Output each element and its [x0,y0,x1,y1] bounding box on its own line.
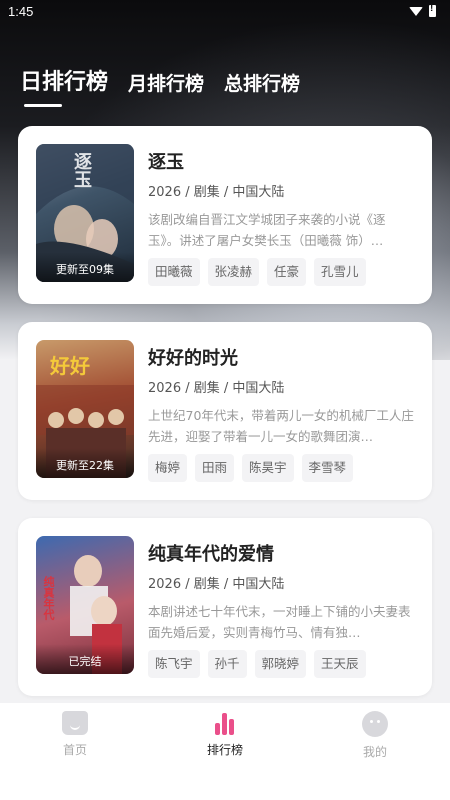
drama-description: 该剧改编自晋江文学城团子来袭的小说《逐玉》。讲述了屠户女樊长玉（田曦薇 饰）… [148,212,386,248]
active-tab-indicator [24,104,62,107]
wifi-icon [409,6,423,16]
tab-daily-ranking[interactable]: 日排行榜 [20,64,108,96]
actor-list: 梅婷 田雨 陈昊宇 李雪琴 [148,454,354,482]
poster-title-art: 逐玉 [71,152,92,188]
home-icon [62,711,88,735]
actor-chip[interactable]: 孔雪儿 [314,258,366,286]
profile-icon [362,711,388,737]
status-bar: 1:45 [0,0,450,22]
drama-card[interactable]: 好好 更新至22集 好好的时光 2026 / 剧集 / 中国大陆 上世纪70年代… [18,322,432,500]
poster-title-art: 好好 [50,354,90,378]
drama-description: 上世纪70年代末，带着两儿一女的机械厂工人庄先进，迎娶了带着一儿一女的歌舞团演… [148,408,414,444]
drama-ranking-list: 逐玉 更新至09集 逐玉 2026 / 剧集 / 中国大陆 该剧改编自晋江文学城… [18,126,432,714]
drama-card[interactable]: 逐玉 更新至09集 逐玉 2026 / 剧集 / 中国大陆 该剧改编自晋江文学城… [18,126,432,304]
drama-poster[interactable]: 逐玉 更新至09集 [36,144,134,282]
status-badge: 已完结 [36,644,134,674]
drama-meta: 2026 / 剧集 / 中国大陆 [148,577,285,592]
actor-chip[interactable]: 陈飞宇 [148,650,200,678]
ranking-icon [212,711,238,735]
drama-poster[interactable]: 好好 更新至22集 [36,340,134,478]
nav-label: 我的 [362,745,387,759]
drama-card[interactable]: 纯真年代 已完结 纯真年代的爱情 2026 / 剧集 / 中国大陆 本剧讲述七十… [18,518,432,696]
drama-title[interactable]: 纯真年代的爱情 [148,540,274,566]
poster-title-art: 纯真年代 [42,576,55,620]
actor-chip[interactable]: 田曦薇 [148,258,200,286]
episode-badge: 更新至22集 [36,448,134,478]
episode-badge: 更新至09集 [36,252,134,282]
drama-title[interactable]: 好好的时光 [148,344,238,370]
ranking-tabs: 日排行榜 月排行榜 总排行榜 [20,64,300,96]
nav-home[interactable]: 首页 [25,711,125,800]
drama-meta: 2026 / 剧集 / 中国大陆 [148,185,285,200]
actor-chip[interactable]: 陈昊宇 [242,454,294,482]
tab-total-ranking[interactable]: 总排行榜 [224,69,300,96]
tab-monthly-ranking[interactable]: 月排行榜 [128,69,204,96]
actor-chip[interactable]: 郭晓婷 [254,650,307,678]
status-time: 1:45 [8,3,34,19]
drama-meta: 2026 / 剧集 / 中国大陆 [148,381,285,396]
actor-chip[interactable]: 田雨 [195,454,235,482]
actor-chip[interactable]: 李雪琴 [301,454,354,482]
bottom-navigation: 首页 排行榜 我的 [0,703,450,800]
actor-chip[interactable]: 梅婷 [148,454,188,482]
nav-label: 排行榜 [206,743,243,757]
actor-chip[interactable]: 孙千 [207,650,247,678]
nav-label: 首页 [62,743,87,757]
drama-description: 本剧讲述七十年代末，一对睡上下铺的小夫妻表面先婚后爱，实则青梅竹马、情有独… [148,604,411,640]
actor-chip[interactable]: 张凌赫 [207,258,260,286]
actor-chip[interactable]: 王天辰 [314,650,366,678]
actor-list: 陈飞宇 孙千 郭晓婷 王天辰 [148,650,366,678]
battery-icon [429,3,436,17]
nav-profile[interactable]: 我的 [325,711,425,800]
actor-list: 田曦薇 张凌赫 任豪 孔雪儿 [148,258,366,286]
nav-ranking[interactable]: 排行榜 [175,711,275,800]
drama-poster[interactable]: 纯真年代 已完结 [36,536,134,674]
drama-title[interactable]: 逐玉 [148,148,184,174]
actor-chip[interactable]: 任豪 [267,258,307,286]
